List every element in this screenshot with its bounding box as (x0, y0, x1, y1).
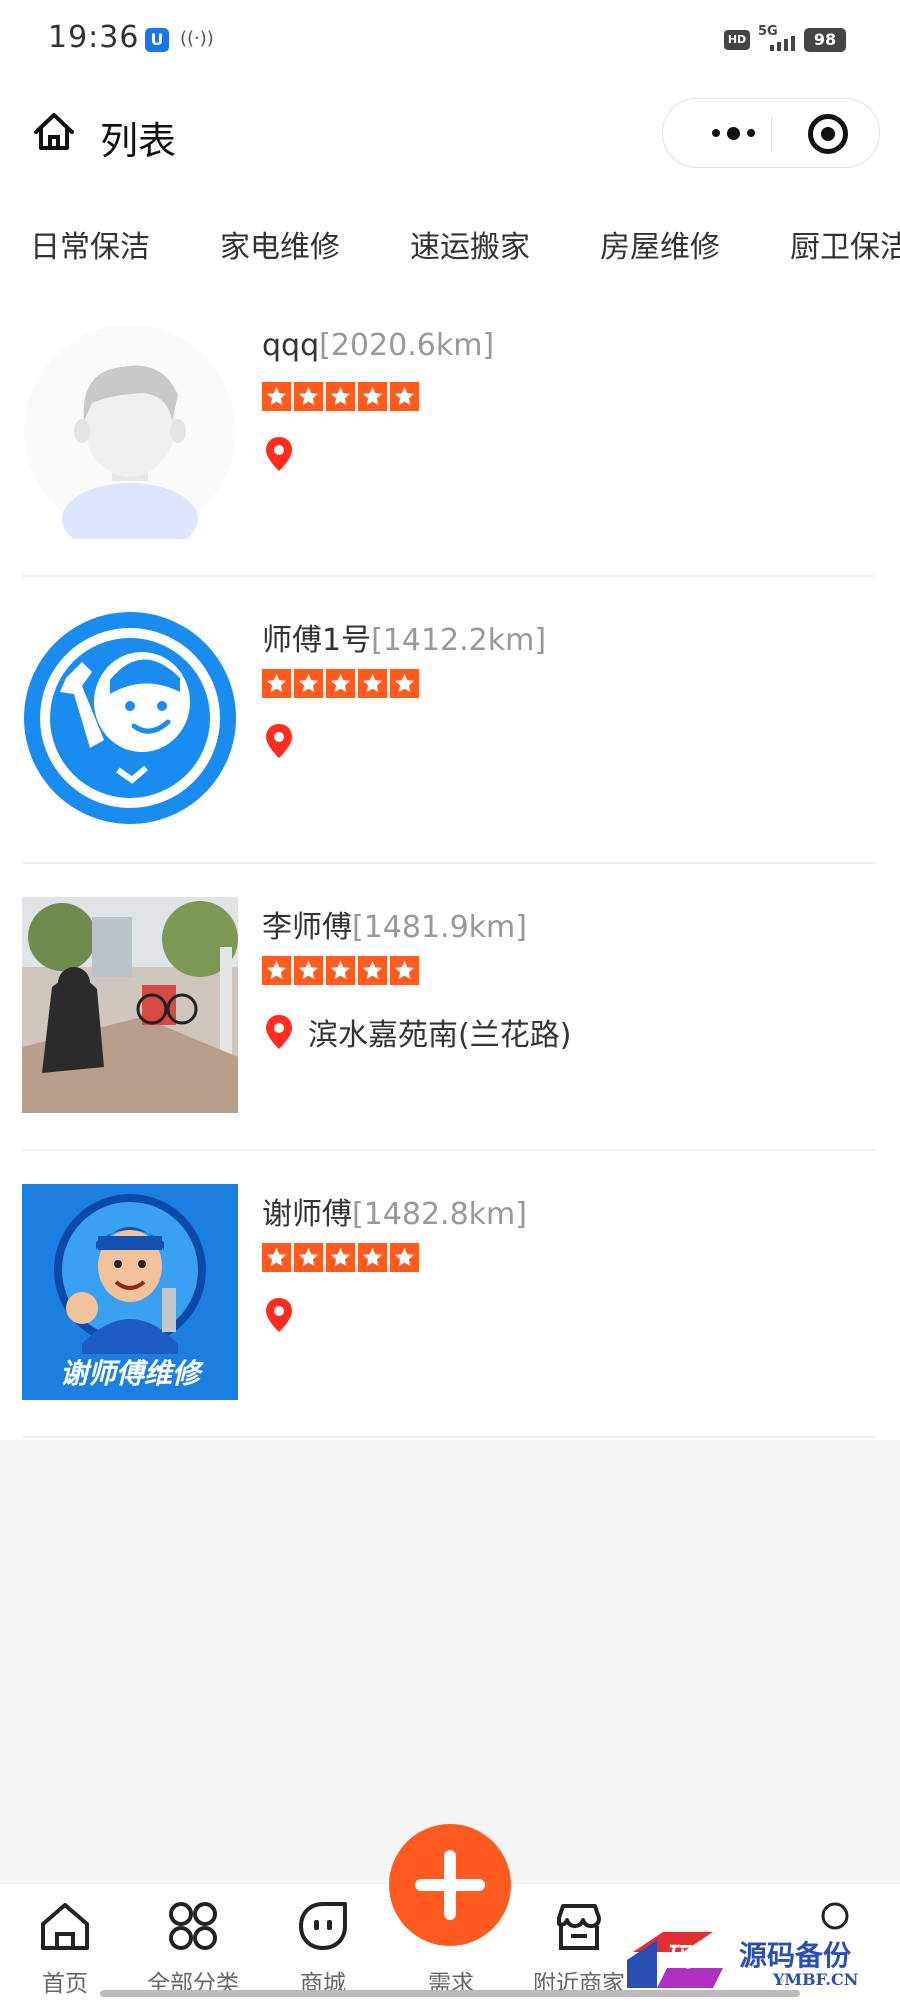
tab-appliance-repair[interactable]: 家电维修 (220, 222, 340, 266)
item-title: 师傅1号[1412.2km] (262, 615, 546, 659)
status-bar: 19:36 U ((·)) HD 5G 98 (0, 0, 900, 80)
star-icon (326, 382, 355, 411)
watermark-domain: YMBF.CN (773, 1970, 859, 1989)
location-row (264, 723, 308, 759)
tab-demand[interactable]: 需求 (386, 1884, 516, 2003)
hd-badge: HD (724, 30, 750, 50)
worker-distance: [1481.9km] (352, 910, 527, 945)
location-pin-icon (266, 1015, 292, 1049)
miniprogram-capsule (662, 98, 880, 168)
avatar-street-photo (22, 897, 238, 1113)
worker-name: 师傅1号 (262, 623, 372, 658)
item-title: qqq[2020.6km] (262, 328, 494, 363)
rating-stars (262, 956, 419, 985)
mall-icon (299, 1902, 347, 1950)
signal-icon (770, 36, 795, 51)
star-icon (294, 1243, 323, 1272)
worker-distance: [2020.6km] (319, 328, 495, 363)
list-item[interactable]: 李师傅[1481.9km] 滨水嘉苑南(兰花路) (0, 864, 900, 1151)
star-icon (326, 669, 355, 698)
list-item[interactable]: qqq[2020.6km] (0, 290, 900, 577)
capsule-divider (771, 117, 772, 151)
page-title: 列表 (100, 119, 177, 163)
divider (22, 1436, 876, 1438)
watermark-logo-icon: 码 (627, 1932, 723, 1988)
home-indicator (100, 1990, 800, 1997)
location-row: 滨水嘉苑南(兰花路) (264, 1010, 571, 1054)
item-title: 谢师傅[1482.8km] (262, 1189, 527, 1233)
item-title: 李师傅[1481.9km] (262, 902, 527, 946)
star-icon (390, 956, 419, 985)
location-row (264, 436, 308, 472)
star-icon (262, 956, 291, 985)
star-icon (358, 669, 387, 698)
star-icon (262, 1243, 291, 1272)
category-tabs: 日常保洁 家电维修 速运搬家 房屋维修 厨卫保洁 (0, 210, 900, 280)
svg-text:码: 码 (669, 1943, 695, 1973)
app-notification-icon: U (145, 28, 169, 52)
star-icon (358, 956, 387, 985)
avatar-caption: 谢师傅维修 (59, 1357, 200, 1390)
rating-stars (262, 1243, 419, 1272)
rating-stars (262, 382, 419, 411)
home-icon (41, 1903, 89, 1950)
tab-house-repair[interactable]: 房屋维修 (600, 222, 720, 266)
worker-name: 李师傅 (262, 910, 352, 945)
location-pin-icon (266, 724, 292, 758)
header: 列表 (0, 90, 900, 180)
list-item[interactable]: 谢师傅维修 谢师傅[1482.8km] (0, 1151, 900, 1438)
tab-all-categories[interactable]: 全部分类 (128, 1884, 258, 2003)
location-row (264, 1297, 308, 1333)
star-icon (358, 382, 387, 411)
watermark: 码 源码备份 YMBF.CN (615, 1900, 900, 2003)
avatar-default (22, 323, 238, 539)
store-icon (557, 1904, 601, 1950)
tab-kitchen-bath-cleaning[interactable]: 厨卫保洁 (790, 222, 900, 266)
battery-icon: 98 (804, 28, 846, 52)
star-icon (294, 669, 323, 698)
star-icon (262, 382, 291, 411)
star-icon (390, 669, 419, 698)
star-icon (390, 1243, 419, 1272)
more-button[interactable] (693, 99, 773, 167)
star-icon (294, 956, 323, 985)
location-pin-icon (266, 1298, 292, 1332)
worker-distance: [1482.8km] (352, 1197, 527, 1232)
grid-icon (169, 1902, 217, 1950)
wireless-icon: ((·)) (180, 28, 214, 49)
home-icon[interactable] (30, 108, 78, 156)
watermark-title: 源码备份 (739, 1939, 852, 1972)
star-icon (390, 382, 419, 411)
star-icon (326, 1243, 355, 1272)
worker-address: 滨水嘉苑南(兰花路) (308, 1018, 572, 1053)
tab-mall[interactable]: 商城 (258, 1884, 388, 2003)
star-icon (294, 382, 323, 411)
list-item[interactable]: 师傅1号[1412.2km] (0, 577, 900, 864)
rating-stars (262, 669, 419, 698)
location-pin-icon (266, 437, 292, 471)
worker-name: qqq (262, 328, 320, 363)
star-icon (326, 956, 355, 985)
tab-daily-cleaning[interactable]: 日常保洁 (30, 222, 150, 266)
avatar-cartoon-repairman: 谢师傅维修 (22, 1184, 238, 1400)
close-miniprogram-button[interactable] (808, 114, 848, 154)
avatar-repairman-logo (22, 610, 238, 826)
worker-distance: [1412.2km] (371, 623, 547, 658)
star-icon (358, 1243, 387, 1272)
tab-home[interactable]: 首页 (0, 1884, 130, 2003)
worker-name: 谢师傅 (262, 1197, 352, 1232)
tab-moving[interactable]: 速运搬家 (410, 222, 530, 266)
star-icon (262, 669, 291, 698)
status-time: 19:36 (48, 20, 140, 55)
